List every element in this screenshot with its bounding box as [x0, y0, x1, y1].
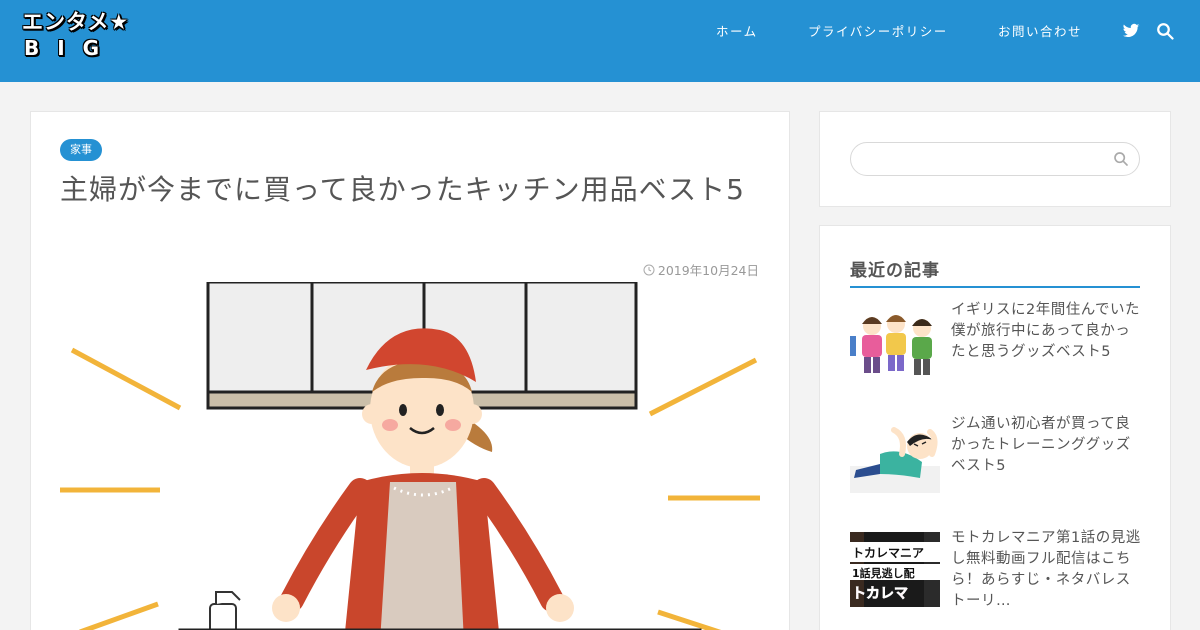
recent-post-title: モトカレマニア第1話の見逃し無料動画フル配信はこちら！あらすじ・ネタバレストーリ… — [951, 530, 1141, 609]
sidebar-search-box — [850, 142, 1140, 176]
clock-icon — [643, 264, 655, 275]
nav-item-privacy-policy[interactable]: プライバシーポリシー — [808, 22, 948, 42]
article-card: 家事 主婦が今までに買って良かったキッチン用品ベスト5 2019年10月24日 — [30, 111, 790, 630]
recent-post-thumbnail: トカレマニア 1話見逃し配 トカレマ — [850, 532, 940, 607]
recent-posts-widget: 最近の記事 イギリスに2年間住んでいた僕が旅行中にあって良かったと思うグッズベス… — [819, 225, 1171, 630]
recent-post-thumbnail — [850, 304, 940, 379]
recent-post-item[interactable]: トカレマニア 1話見逃し配 トカレマ モトカレマニア第1話の見逃し無料動画フル配… — [850, 530, 1140, 622]
thumb-text-line2: 1話見逃し配 — [852, 566, 915, 580]
thumb-text-line1: トカレマニア — [852, 546, 924, 560]
twitter-icon[interactable] — [1122, 22, 1142, 42]
category-badge[interactable]: 家事 — [60, 139, 102, 161]
post-title: 主婦が今までに買って良かったキッチン用品ベスト5 — [60, 173, 745, 206]
sidebar-search-widget — [819, 111, 1171, 207]
global-nav: ホーム プライバシーポリシー お問い合わせ — [0, 22, 1200, 42]
recent-post-title: ジム通い初心者が買って良かったトレーニンググッズベスト5 — [951, 416, 1131, 474]
recent-posts-heading: 最近の記事 — [850, 256, 1140, 288]
search-icon[interactable] — [1156, 22, 1176, 42]
thumb-text-line3: トカレマ — [852, 586, 908, 602]
nav-item-home[interactable]: ホーム — [716, 22, 758, 42]
recent-post-thumbnail — [850, 418, 940, 493]
recent-post-title: イギリスに2年間住んでいた僕が旅行中にあって良かったと思うグッズベスト5 — [951, 302, 1140, 360]
sidebar-search-icon[interactable] — [1113, 151, 1129, 167]
site-header: エンタメ★ BIG ホーム プライバシーポリシー お問い合わせ — [0, 0, 1200, 82]
sidebar-search-input[interactable] — [865, 149, 1105, 169]
recent-post-item[interactable]: ジム通い初心者が買って良かったトレーニンググッズベスト5 — [850, 416, 1140, 508]
post-date-text: 2019年10月24日 — [657, 263, 759, 278]
post-date: 2019年10月24日 — [643, 260, 759, 279]
recent-post-item[interactable]: イギリスに2年間住んでいた僕が旅行中にあって良かったと思うグッズベスト5 — [850, 302, 1140, 394]
nav-item-contact[interactable]: お問い合わせ — [998, 22, 1082, 42]
eyecatch-image — [60, 282, 760, 630]
